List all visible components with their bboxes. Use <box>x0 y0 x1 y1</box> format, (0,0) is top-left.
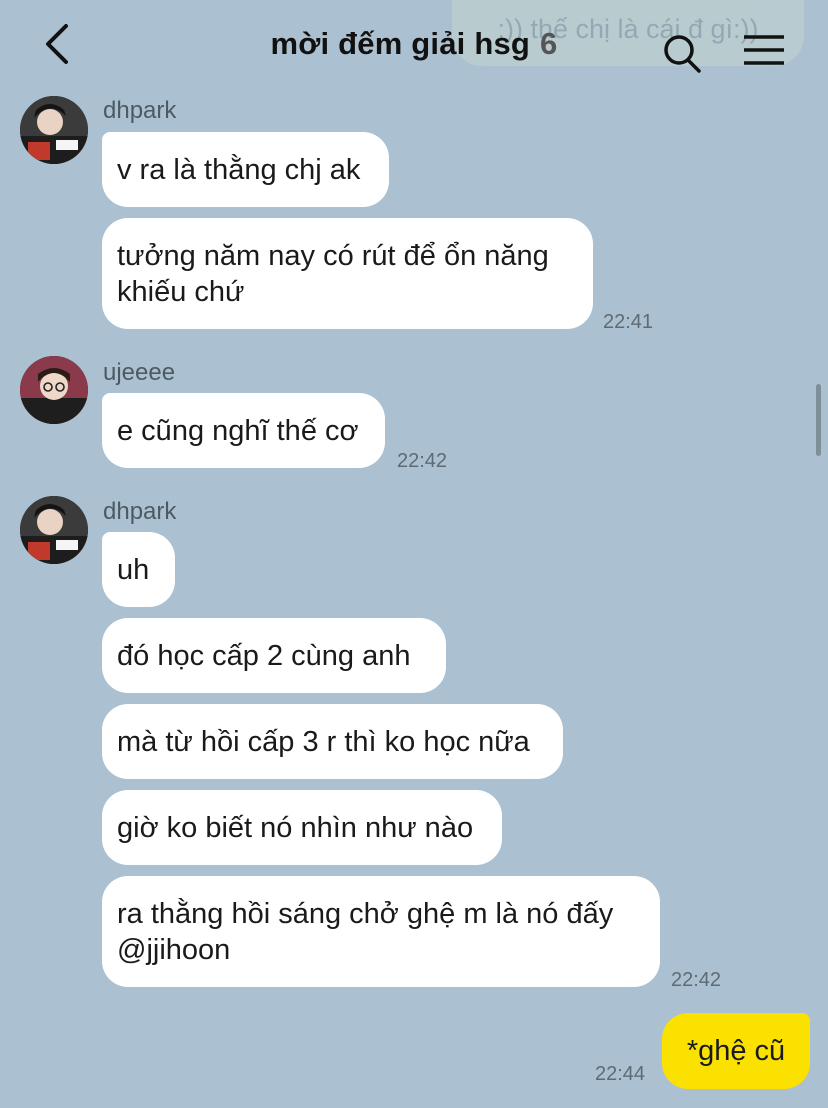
avatar-ujeeee[interactable] <box>20 356 88 424</box>
sender-name: dhpark <box>103 97 177 124</box>
scrollbar[interactable] <box>816 384 821 456</box>
my-message-timestamp: 22:44 <box>595 1063 646 1085</box>
message-text: đó học cấp 2 cùng anh <box>117 640 411 672</box>
message-text: mà từ hồi cấp 3 r thì ko học nữa <box>117 726 530 758</box>
sender-name: ujeeee <box>103 359 176 386</box>
chat-title-text: mời đếm giải hsg <box>270 26 531 61</box>
message-bubble[interactable]: giờ ko biết nó nhìn như nào <box>102 790 502 865</box>
member-count: 6 <box>540 26 558 61</box>
message-bubble[interactable]: e cũng nghĩ thế cơ <box>102 393 385 468</box>
menu-button[interactable] <box>742 34 786 68</box>
profile-photo-icon <box>20 96 88 164</box>
message-bubble[interactable]: mà từ hồi cấp 3 r thì ko học nữa <box>102 704 563 779</box>
message-text: *ghệ cũ <box>686 1035 786 1067</box>
avatar-dhpark[interactable] <box>20 96 88 164</box>
search-icon <box>664 35 701 73</box>
sender-name: dhpark <box>103 498 177 525</box>
message-timestamp: 22:41 <box>603 311 654 333</box>
message-text: v ra là thằng chj ak <box>117 154 361 186</box>
message-timestamp: 22:42 <box>397 450 448 472</box>
message-text: tưởng năm nay có rút để ổn năng khiếu ch… <box>117 240 549 308</box>
profile-photo-icon <box>20 356 88 424</box>
profile-photo-icon <box>20 496 88 564</box>
message-bubble[interactable]: v ra là thằng chj ak <box>102 132 389 207</box>
hamburger-menu-icon <box>744 35 784 65</box>
search-button[interactable] <box>660 32 704 76</box>
message-bubble[interactable]: ra thằng hồi sáng chở ghệ m là nó đấy @j… <box>102 876 660 987</box>
message-bubble[interactable]: tưởng năm nay có rút để ổn năng khiếu ch… <box>102 218 593 329</box>
message-text: uh <box>117 554 150 586</box>
chat-header: mời đếm giải hsg 6 <box>0 0 828 92</box>
my-message-bubble[interactable]: *ghệ cũ <box>662 1013 810 1089</box>
message-text: e cũng nghĩ thế cơ <box>117 415 359 447</box>
message-text: ra thằng hồi sáng chở ghệ m là nó đấy @j… <box>117 898 614 966</box>
message-text: giờ ko biết nó nhìn như nào <box>117 812 474 844</box>
message-timestamp: 22:42 <box>671 969 722 991</box>
avatar-dhpark[interactable] <box>20 496 88 564</box>
message-bubble[interactable]: uh <box>102 532 175 607</box>
message-bubble[interactable]: đó học cấp 2 cùng anh <box>102 618 446 693</box>
